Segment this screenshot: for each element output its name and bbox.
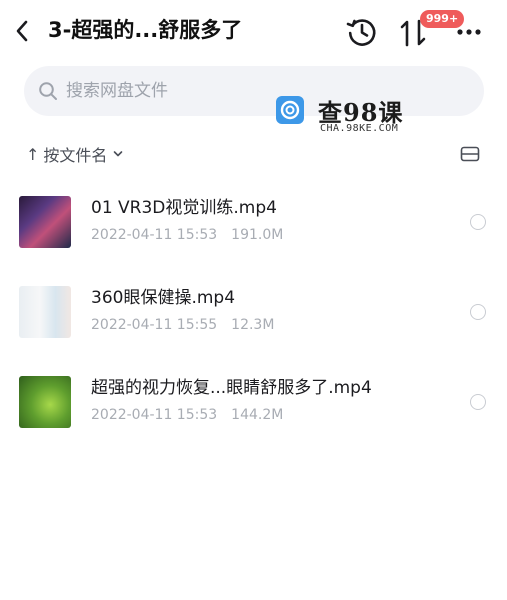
list-view-icon: [460, 146, 480, 162]
watermark-url: CHA.98KE.COM: [320, 123, 399, 134]
history-button[interactable]: [344, 14, 380, 50]
file-name: 超强的视力恢复...眼睛舒服多了.mp4: [91, 378, 372, 398]
sort-label: 按文件名: [43, 146, 108, 165]
file-row[interactable]: 360眼保健操.mp4 2022-04-11 15:55 12.3M: [0, 270, 507, 358]
chevron-down-icon: [114, 151, 123, 157]
view-mode-button[interactable]: [460, 145, 480, 163]
watermark-logo-icon: [276, 96, 304, 124]
file-date: 2022-04-11 15:53: [91, 227, 218, 243]
back-button[interactable]: [8, 14, 36, 48]
file-meta: 2022-04-11 15:53 191.0M: [91, 225, 283, 245]
file-size: 191.0M: [231, 227, 284, 243]
more-button[interactable]: [452, 22, 486, 42]
more-dots-icon: [457, 29, 481, 35]
video-thumbnail: [19, 376, 71, 428]
file-name: 360眼保健操.mp4: [91, 288, 236, 308]
page-title: 3-超强的...舒服多了: [48, 18, 243, 42]
file-row[interactable]: 01 VR3D视觉训练.mp4 2022-04-11 15:53 191.0M: [0, 180, 507, 268]
select-radio[interactable]: [470, 304, 486, 320]
sort-by-name-control[interactable]: ↑ 按文件名: [26, 142, 123, 166]
video-thumbnail: [19, 286, 71, 338]
chevron-left-icon: [16, 20, 28, 42]
file-date: 2022-04-11 15:55: [91, 317, 218, 333]
file-size: 144.2M: [231, 407, 284, 423]
sort-direction-icon: ↑: [26, 144, 40, 164]
video-thumbnail: [19, 196, 71, 248]
search-placeholder: 搜索网盘文件: [66, 81, 168, 101]
search-icon: [39, 82, 57, 100]
file-meta: 2022-04-11 15:55 12.3M: [91, 315, 274, 335]
file-meta: 2022-04-11 15:53 144.2M: [91, 405, 283, 425]
file-row[interactable]: 超强的视力恢复...眼睛舒服多了.mp4 2022-04-11 15:53 144…: [0, 360, 507, 448]
select-radio[interactable]: [470, 214, 486, 230]
file-size: 12.3M: [231, 317, 275, 333]
file-name: 01 VR3D视觉训练.mp4: [91, 198, 277, 218]
file-date: 2022-04-11 15:53: [91, 407, 218, 423]
history-icon: [346, 19, 376, 46]
select-radio[interactable]: [470, 394, 486, 410]
search-bar[interactable]: 搜索网盘文件: [24, 66, 484, 116]
